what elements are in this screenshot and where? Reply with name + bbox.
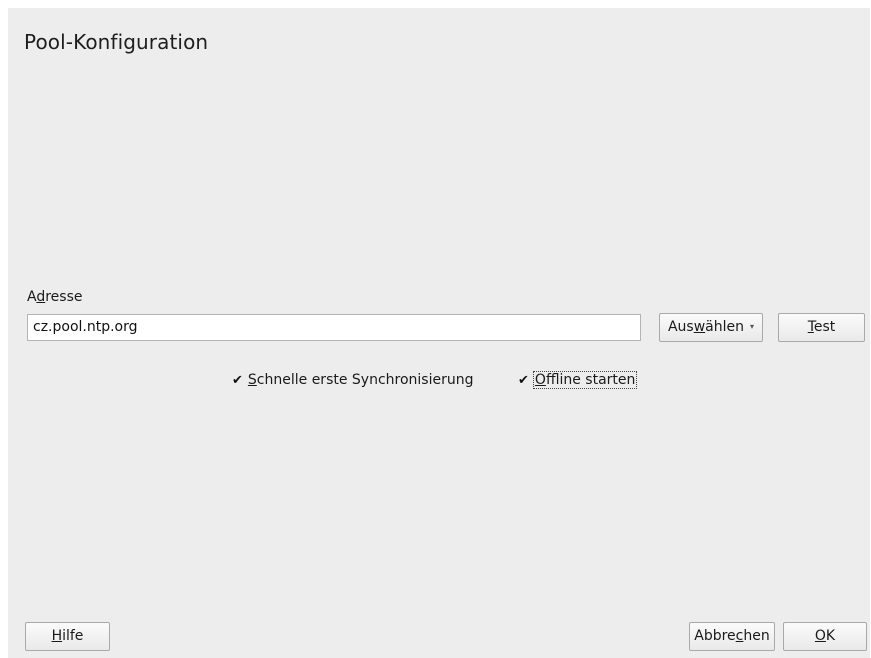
checkmark-icon: ✔ xyxy=(518,372,529,388)
dialog: Pool-Konfiguration Adresse cz.pool.ntp.o… xyxy=(8,8,870,658)
ok-button[interactable]: OK xyxy=(783,622,867,651)
chevron-down-icon: ▾ xyxy=(750,322,755,331)
help-button[interactable]: Hilfe xyxy=(25,622,110,651)
quick-sync-label: Schnelle erste Synchronisierung xyxy=(247,372,474,388)
select-dropdown-button[interactable]: Auswählen ▾ xyxy=(659,313,763,342)
dialog-title: Pool-Konfiguration xyxy=(24,30,209,54)
checkmark-icon: ✔ xyxy=(232,372,243,388)
address-label: Adresse xyxy=(27,289,83,305)
address-input[interactable]: cz.pool.ntp.org xyxy=(27,314,641,341)
offline-start-label: Offline starten xyxy=(532,371,638,389)
cancel-button[interactable]: Abbrechen xyxy=(689,622,775,651)
quick-sync-checkbox[interactable]: ✔ Schnelle erste Synchronisierung xyxy=(232,372,474,388)
moon-icon xyxy=(854,32,861,46)
test-button[interactable]: Test xyxy=(778,313,865,342)
offline-start-checkbox[interactable]: ✔ Offline starten xyxy=(518,371,638,389)
